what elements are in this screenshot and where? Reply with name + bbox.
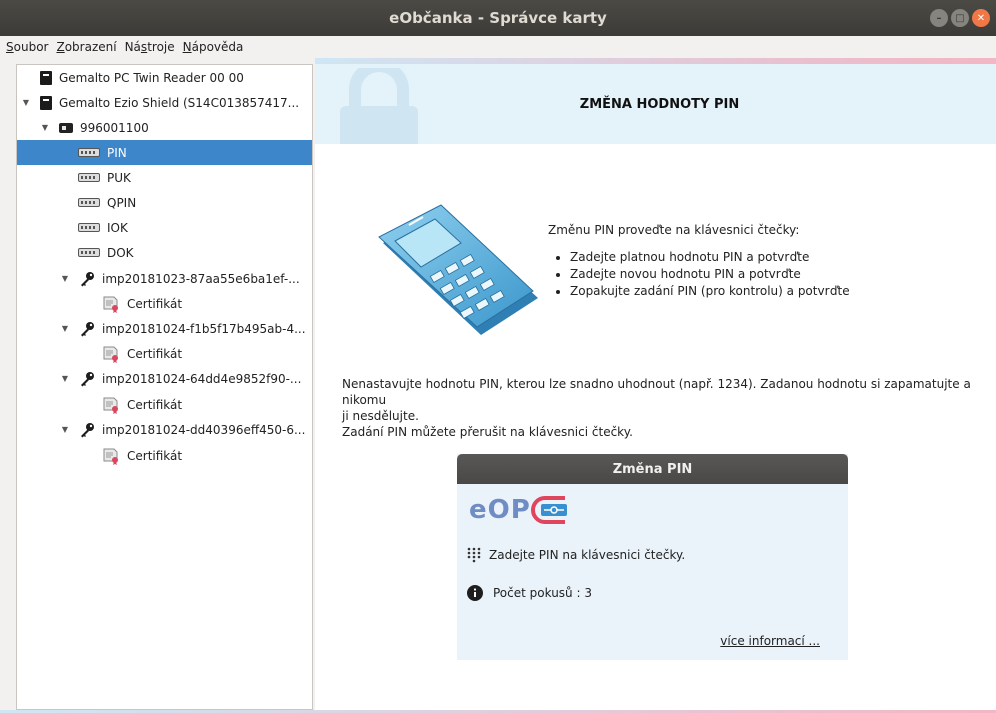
detail-panel: ZMĚNA HODNOTY PIN Změnu PIN proveďte na … [315, 58, 996, 713]
certificate-icon [103, 296, 118, 313]
window-titlebar: eObčanka - Správce karty – □ ✕ [0, 0, 996, 36]
eop-logo: eOP [469, 494, 571, 526]
dialog-prompt: Zadejte PIN na klávesnici čtečky. [489, 548, 686, 562]
reader-icon [40, 70, 52, 85]
dialog-prompt-line: Zadejte PIN na klávesnici čtečky. [467, 547, 685, 563]
instructions-list: Zadejte platnou hodnotu PIN a potvrďte Z… [548, 249, 978, 300]
key-icon [81, 422, 94, 437]
eop-logo-text: eOP [469, 495, 531, 525]
tree-item-puk[interactable]: PUK [17, 165, 312, 190]
window-title: eObčanka - Správce karty [389, 9, 607, 27]
instruction-step: Zadejte platnou hodnotu PIN a potvrďte [570, 249, 978, 266]
info-icon [467, 585, 483, 601]
instructions-intro: Změnu PIN proveďte na klávesnici čtečky: [548, 223, 800, 237]
tree-item-key[interactable]: ▼ imp20181024-f1b5f17b495ab-4... [17, 316, 312, 341]
key-icon [81, 271, 94, 286]
tree-item-iok[interactable]: IOK [17, 215, 312, 240]
menu-napoveda[interactable]: Nápověda [183, 40, 244, 54]
dialog-title: Změna PIN [457, 454, 848, 484]
menu-soubor[interactable]: Soubor [6, 40, 48, 54]
keypad-icon [78, 148, 100, 157]
reader-icon [40, 95, 52, 110]
tree-item-key[interactable]: ▼ imp20181024-dd40396eff450-6... [17, 417, 312, 442]
tree-item-reader2[interactable]: ▼ Gemalto Ezio Shield (S14C013857417... [17, 90, 312, 115]
menu-bar: Soubor Zobrazení Nástroje Nápověda [0, 36, 996, 58]
keypad-icon [78, 248, 100, 257]
chevron-down-icon[interactable]: ▼ [21, 98, 31, 107]
keypad-icon [78, 223, 100, 232]
tree-item-key[interactable]: ▼ imp20181024-64dd4e9852f90-... [17, 366, 312, 391]
tree-item-certificate[interactable]: Certifikát [17, 291, 312, 316]
tree-item-dok[interactable]: DOK [17, 240, 312, 265]
tree-item-certificate[interactable]: Certifikát [17, 443, 312, 468]
card-icon [59, 122, 73, 133]
keypad-icon [78, 173, 100, 182]
tree-item-certificate[interactable]: Certifikát [17, 341, 312, 366]
chevron-down-icon[interactable]: ▼ [60, 274, 70, 283]
key-icon [81, 321, 94, 336]
key-icon [81, 371, 94, 386]
window-controls: – □ ✕ [930, 9, 990, 27]
certificate-icon [103, 448, 118, 465]
keypad-dots-icon [467, 547, 481, 563]
card-tree[interactable]: Gemalto PC Twin Reader 00 00 ▼ Gemalto E… [16, 64, 313, 710]
chevron-down-icon[interactable]: ▼ [60, 425, 70, 434]
pin-warning: Nenastavujte hodnotu PIN, kterou lze sna… [342, 377, 971, 439]
tree-item-reader1[interactable]: Gemalto PC Twin Reader 00 00 [17, 65, 312, 90]
certificate-icon [103, 346, 118, 363]
close-button[interactable]: ✕ [972, 9, 990, 27]
keypad-icon [78, 198, 100, 207]
tree-item-key[interactable]: ▼ imp20181023-87aa55e6ba1ef-... [17, 266, 312, 291]
tree-item-certificate[interactable]: Certifikát [17, 392, 312, 417]
tree-item-qpin[interactable]: QPIN [17, 190, 312, 215]
certificate-icon [103, 397, 118, 414]
attempts-count: Počet pokusů : 3 [493, 586, 592, 600]
menu-nastroje[interactable]: Nástroje [125, 40, 175, 54]
chevron-down-icon[interactable]: ▼ [40, 123, 50, 132]
maximize-button[interactable]: □ [951, 9, 969, 27]
instruction-step: Zadejte novou hodnotu PIN a potvrďte [570, 266, 978, 283]
minimize-button[interactable]: – [930, 9, 948, 27]
dialog-attempts-line: Počet pokusů : 3 [467, 585, 592, 601]
chevron-down-icon[interactable]: ▼ [60, 374, 70, 383]
pin-change-dialog: Změna PIN eOP Zadejte PIN na klávesnici … [457, 454, 848, 660]
page-title: ZMĚNA HODNOTY PIN [579, 96, 740, 112]
more-info-link[interactable]: více informací ... [720, 634, 820, 648]
instructions: Změnu PIN proveďte na klávesnici čtečky:… [548, 223, 978, 300]
instruction-step: Zopakujte zadání PIN (pro kontrolu) a po… [570, 283, 978, 300]
card-reader-illustration [378, 204, 538, 335]
eop-card-icon [530, 496, 567, 524]
tree-item-pin[interactable]: PIN [17, 140, 312, 165]
tree-item-card[interactable]: ▼ 996001100 [17, 115, 312, 140]
panel-header: ZMĚNA HODNOTY PIN [315, 64, 996, 144]
menu-zobrazeni[interactable]: Zobrazení [56, 40, 116, 54]
chevron-down-icon[interactable]: ▼ [60, 324, 70, 333]
